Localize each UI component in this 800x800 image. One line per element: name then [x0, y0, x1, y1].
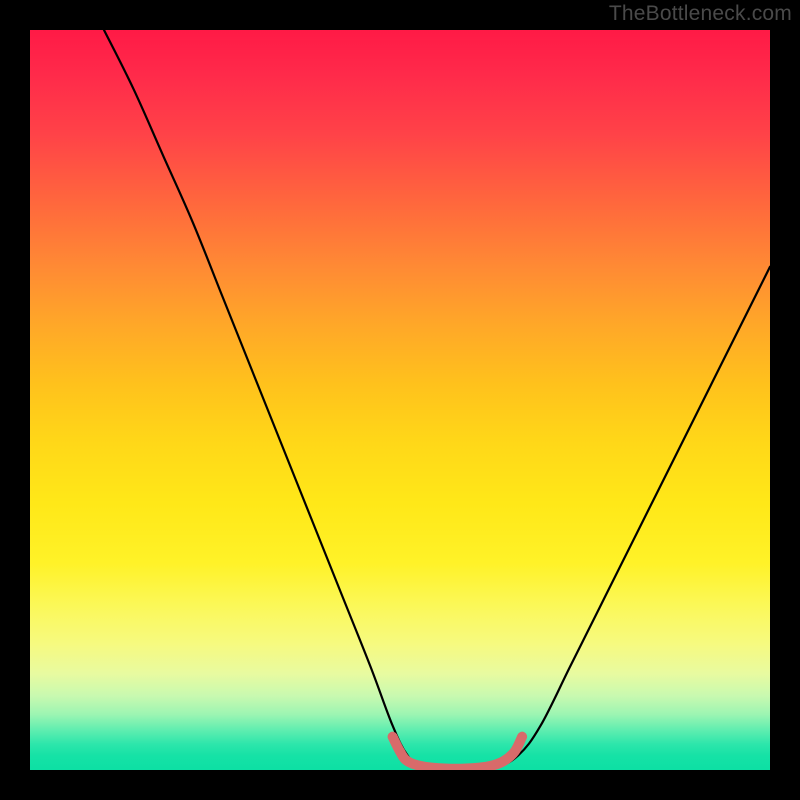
watermark-text: TheBottleneck.com: [609, 2, 792, 26]
plot-area: [30, 30, 770, 770]
gradient-background: [30, 30, 770, 770]
chart-frame: TheBottleneck.com: [0, 0, 800, 800]
